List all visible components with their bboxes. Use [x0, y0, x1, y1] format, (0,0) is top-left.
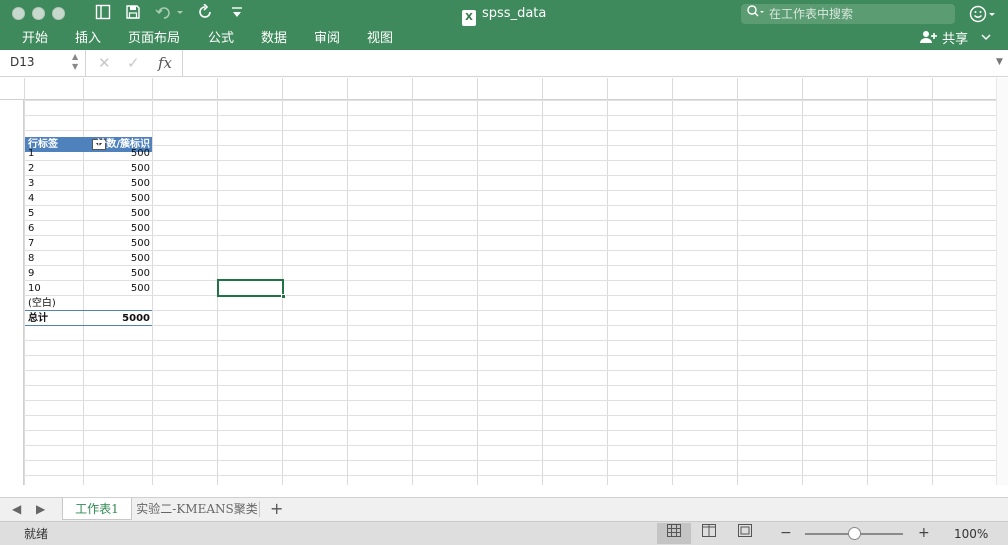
customize-icon[interactable] — [228, 4, 246, 24]
zoom-out-button[interactable]: − — [780, 524, 792, 542]
window-title-text: spss_data — [482, 6, 547, 21]
row-gridline — [24, 370, 996, 371]
row-gridline — [24, 340, 996, 341]
column-gridline — [152, 78, 153, 485]
zoom-in-button[interactable]: + — [918, 524, 930, 542]
column-gridline — [217, 78, 218, 485]
row-gridline — [24, 385, 996, 386]
worksheet-grid[interactable] — [0, 78, 1008, 485]
search-icon — [747, 5, 765, 22]
zoom-percent[interactable]: 100% — [954, 526, 988, 542]
title-bar: Xspss_data 在工作表中搜索 — [0, 0, 1008, 28]
row-gridline — [24, 475, 996, 476]
excel-file-icon: X — [462, 10, 476, 26]
save-icon[interactable] — [124, 4, 142, 24]
formula-divider — [182, 50, 183, 76]
ribbon-tab-bar: 开始 插入 页面布局 公式 数据 审阅 视图 共享 — [0, 28, 1008, 50]
expand-formula-icon[interactable]: ▼ — [996, 57, 1003, 67]
tab-view[interactable]: 视图 — [367, 30, 393, 48]
prev-sheet-icon[interactable]: ◀ — [12, 501, 21, 517]
row-gridline — [24, 160, 996, 161]
sheet-tab-kmeans[interactable]: 实验二-KMEANS聚类 — [136, 498, 258, 520]
vertical-scrollbar[interactable] — [996, 78, 1008, 485]
row-gridline — [24, 220, 996, 221]
add-sheet-button[interactable]: + — [270, 499, 283, 519]
tab-data[interactable]: 数据 — [261, 30, 287, 48]
minimize-window-button[interactable] — [32, 7, 45, 20]
row-gridline — [24, 250, 996, 251]
collapse-ribbon-chevron-icon[interactable] — [980, 30, 992, 48]
tab-formulas[interactable]: 公式 — [208, 30, 234, 48]
column-gridline — [737, 78, 738, 485]
tab-home[interactable]: 开始 — [22, 30, 48, 48]
row-gridline — [24, 205, 996, 206]
row-gridline — [24, 115, 996, 116]
sheet-tab-bar: ◀ ▶ 工作表1 实验二-KMEANS聚类 + — [0, 497, 1008, 521]
row-gridline — [24, 190, 996, 191]
column-gridline — [672, 78, 673, 485]
row-gridline — [24, 355, 996, 356]
cancel-formula-icon[interactable]: ✕ — [98, 54, 111, 72]
row-header-bar[interactable] — [0, 100, 24, 485]
name-box[interactable]: D13 ▲ ▼ — [0, 50, 86, 76]
row-gridline — [24, 295, 996, 296]
row-gridline — [24, 325, 996, 326]
normal-view-icon[interactable] — [657, 523, 691, 544]
row-gridline — [24, 145, 996, 146]
column-gridline — [412, 78, 413, 485]
name-box-value: D13 — [10, 55, 35, 69]
add-person-icon — [920, 31, 942, 47]
share-button[interactable]: 共享 — [920, 30, 968, 49]
column-gridline — [83, 78, 84, 485]
column-gridline — [347, 78, 348, 485]
column-gridline — [282, 78, 283, 485]
status-text: 就绪 — [24, 527, 49, 541]
sidebar-icon[interactable] — [94, 4, 112, 24]
row-gridline — [24, 100, 996, 101]
next-sheet-icon[interactable]: ▶ — [36, 501, 45, 517]
column-gridline — [24, 78, 25, 485]
tab-review[interactable]: 审阅 — [314, 30, 340, 48]
row-gridline — [24, 310, 996, 311]
formula-bar: D13 ▲ ▼ ✕ ✓ fx ▼ — [0, 50, 1008, 77]
sheet-tab-1[interactable]: 工作表1 — [62, 498, 132, 520]
column-gridline — [802, 78, 803, 485]
column-gridline — [932, 78, 933, 485]
share-label: 共享 — [942, 32, 969, 47]
row-gridline — [24, 400, 996, 401]
close-window-button[interactable] — [12, 7, 25, 20]
confirm-formula-icon[interactable]: ✓ — [127, 54, 140, 72]
tab-page-layout[interactable]: 页面布局 — [128, 30, 180, 48]
feedback-smiley-icon[interactable] — [969, 4, 997, 29]
undo-icon[interactable] — [154, 4, 184, 24]
column-gridline — [477, 78, 478, 485]
sheet-tab-divider — [259, 501, 260, 517]
insert-function-button[interactable]: fx — [158, 54, 172, 72]
column-gridline — [607, 78, 608, 485]
tab-insert[interactable]: 插入 — [75, 30, 101, 48]
window-title: Xspss_data — [462, 5, 547, 26]
row-gridline — [24, 175, 996, 176]
redo-icon[interactable] — [197, 3, 215, 24]
row-gridline — [24, 430, 996, 431]
row-gridline — [24, 130, 996, 131]
row-gridline — [24, 445, 996, 446]
row-gridline — [24, 265, 996, 266]
zoom-slider-thumb[interactable] — [848, 527, 861, 540]
zoom-window-button[interactable] — [52, 7, 65, 20]
column-gridline — [542, 78, 543, 485]
status-bar: 就绪 − + 100% — [0, 521, 1008, 545]
row-gridline — [24, 415, 996, 416]
sheet-search-box[interactable]: 在工作表中搜索 — [741, 4, 955, 24]
row-gridline — [24, 460, 996, 461]
excel-window: Xspss_data 在工作表中搜索 开始 插入 页面布局 公式 数据 审阅 视… — [0, 0, 1008, 545]
page-layout-view-icon[interactable] — [692, 523, 726, 544]
search-placeholder: 在工作表中搜索 — [769, 7, 854, 21]
row-gridline — [24, 235, 996, 236]
column-gridline — [867, 78, 868, 485]
name-box-stepper-icon[interactable]: ▲ ▼ — [72, 52, 78, 72]
row-gridline — [24, 280, 996, 281]
page-break-view-icon[interactable] — [728, 523, 762, 544]
